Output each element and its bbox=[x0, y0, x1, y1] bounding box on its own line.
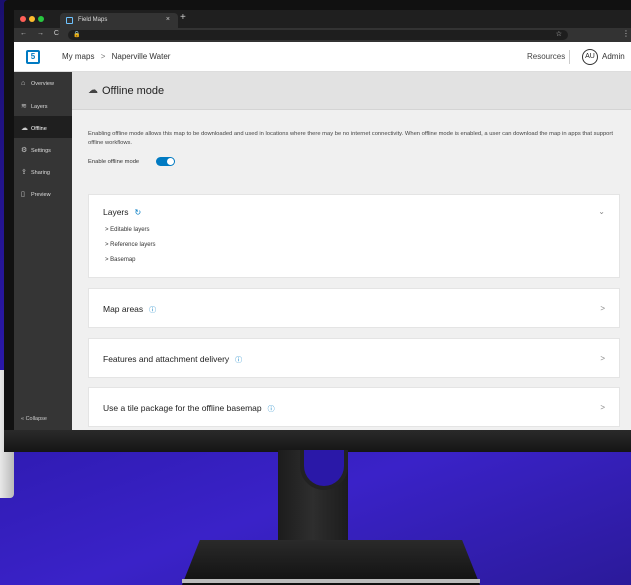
sidebar-item-sharing[interactable]: ⇪ Sharing bbox=[14, 160, 72, 182]
browser-menu-icon[interactable]: ⋮ bbox=[622, 29, 630, 38]
layers-item-basemap[interactable]: > Basemap bbox=[105, 257, 136, 263]
sidebar-item-offline[interactable]: ☁ Offline bbox=[14, 116, 72, 138]
bookmark-star-icon[interactable]: ☆ bbox=[556, 30, 562, 38]
layers-icon: ≋ bbox=[21, 103, 27, 110]
refresh-icon[interactable]: ↻ bbox=[135, 208, 142, 217]
sidebar-item-label: Sharing bbox=[31, 170, 50, 176]
close-tab-icon[interactable]: × bbox=[166, 16, 170, 23]
page-title: Offline mode bbox=[102, 85, 165, 97]
sidebar-item-label: Settings bbox=[31, 148, 51, 154]
features-delivery-title-text: Features and attachment delivery bbox=[103, 354, 230, 364]
app-header: 5 My maps > Naperville Water Resources A… bbox=[14, 42, 631, 72]
collapse-sidebar-button[interactable]: « Collapse bbox=[21, 416, 47, 422]
resources-link[interactable]: Resources bbox=[527, 52, 565, 61]
layers-item-reference[interactable]: > Reference layers bbox=[105, 242, 156, 248]
minimize-window-dot[interactable] bbox=[29, 16, 35, 22]
monitor-chin bbox=[4, 430, 631, 452]
offline-toggle-row: Enable offline mode bbox=[88, 157, 175, 166]
field-maps-logo-icon[interactable]: 5 bbox=[26, 50, 40, 64]
layers-card: Layers ↻ ⌄ > Editable layers > Reference … bbox=[88, 194, 620, 278]
nav-buttons[interactable]: ← → C bbox=[20, 30, 63, 37]
close-window-dot[interactable] bbox=[20, 16, 26, 22]
enable-offline-toggle[interactable] bbox=[156, 157, 175, 166]
user-avatar[interactable]: AU bbox=[582, 49, 598, 65]
share-icon: ⇪ bbox=[21, 169, 27, 176]
map-areas-card[interactable]: Map areas ⓘ > bbox=[88, 288, 620, 328]
tab-title: Field Maps bbox=[78, 17, 108, 23]
monitor-screen: Field Maps × + ← → C 🔒 ☆ ⋮ 5 My maps > N… bbox=[14, 10, 631, 430]
content-header: ☁ Offline mode bbox=[72, 72, 631, 110]
phone-icon: ▯ bbox=[21, 191, 25, 198]
chevron-right-icon[interactable]: > bbox=[600, 403, 605, 412]
main-content: ☁ Offline mode Enabling offline mode all… bbox=[72, 72, 631, 430]
sidebar: ⌂ Overview ≋ Layers ☁ Offline ⚙ Settings ⇪ Sh… bbox=[14, 72, 72, 430]
user-name[interactable]: Admin bbox=[602, 52, 625, 61]
map-areas-title-text: Map areas bbox=[103, 304, 144, 314]
sidebar-item-layers[interactable]: ≋ Layers bbox=[14, 94, 72, 116]
cloud-icon: ☁ bbox=[88, 85, 98, 96]
chevron-right-icon[interactable]: > bbox=[600, 304, 605, 313]
tile-package-card[interactable]: Use a tile package for the offline basem… bbox=[88, 387, 620, 427]
chevron-right-icon[interactable]: > bbox=[600, 354, 605, 363]
sidebar-item-settings[interactable]: ⚙ Settings bbox=[14, 138, 72, 160]
sidebar-item-label: Layers bbox=[31, 104, 48, 110]
browser-tab[interactable]: Field Maps × bbox=[60, 13, 178, 28]
features-delivery-title: Features and attachment delivery ⓘ bbox=[103, 354, 242, 365]
breadcrumb: My maps > Naperville Water bbox=[62, 52, 170, 61]
breadcrumb-my-maps[interactable]: My maps bbox=[62, 52, 94, 61]
info-icon[interactable]: ⓘ bbox=[149, 307, 156, 314]
new-tab-button[interactable]: + bbox=[180, 12, 186, 23]
chevron-down-icon[interactable]: ⌄ bbox=[598, 207, 605, 216]
breadcrumb-current-map: Naperville Water bbox=[111, 52, 171, 61]
app-body: ⌂ Overview ≋ Layers ☁ Offline ⚙ Settings ⇪ Sh… bbox=[14, 72, 631, 430]
address-bar[interactable]: 🔒 ☆ bbox=[68, 30, 568, 40]
map-areas-title: Map areas ⓘ bbox=[103, 304, 156, 315]
maximize-window-dot[interactable] bbox=[38, 16, 44, 22]
sidebar-item-label: Offline bbox=[31, 126, 47, 132]
header-divider bbox=[569, 50, 570, 64]
sidebar-item-label: Preview bbox=[31, 192, 51, 198]
field-maps-favicon-icon bbox=[66, 17, 73, 24]
layers-title-text: Layers bbox=[103, 207, 129, 217]
home-icon: ⌂ bbox=[21, 80, 26, 87]
browser-toolbar: ← → C 🔒 ☆ ⋮ bbox=[14, 28, 631, 42]
sidebar-item-preview[interactable]: ▯ Preview bbox=[14, 182, 72, 204]
features-delivery-card[interactable]: Features and attachment delivery ⓘ > bbox=[88, 338, 620, 378]
info-icon[interactable]: ⓘ bbox=[268, 406, 275, 413]
layers-card-title[interactable]: Layers ↻ bbox=[103, 207, 141, 217]
sidebar-item-label: Overview bbox=[31, 81, 54, 87]
cloud-icon: ☁ bbox=[21, 125, 28, 132]
lock-icon: 🔒 bbox=[73, 32, 81, 38]
monitor-stand-edge bbox=[182, 579, 480, 583]
breadcrumb-separator: > bbox=[100, 52, 106, 61]
gear-icon: ⚙ bbox=[21, 147, 28, 154]
sidebar-item-overview[interactable]: ⌂ Overview bbox=[14, 72, 72, 94]
offline-toggle-label: Enable offline mode bbox=[88, 159, 140, 165]
info-icon[interactable]: ⓘ bbox=[235, 357, 242, 364]
offline-description: Enabling offline mode allows this map to… bbox=[88, 131, 613, 146]
browser-tabbar: Field Maps × + bbox=[14, 10, 631, 28]
layers-item-editable[interactable]: > Editable layers bbox=[105, 227, 150, 233]
tile-package-title: Use a tile package for the offline basem… bbox=[103, 403, 275, 414]
tile-package-title-text: Use a tile package for the offline basem… bbox=[103, 403, 262, 413]
